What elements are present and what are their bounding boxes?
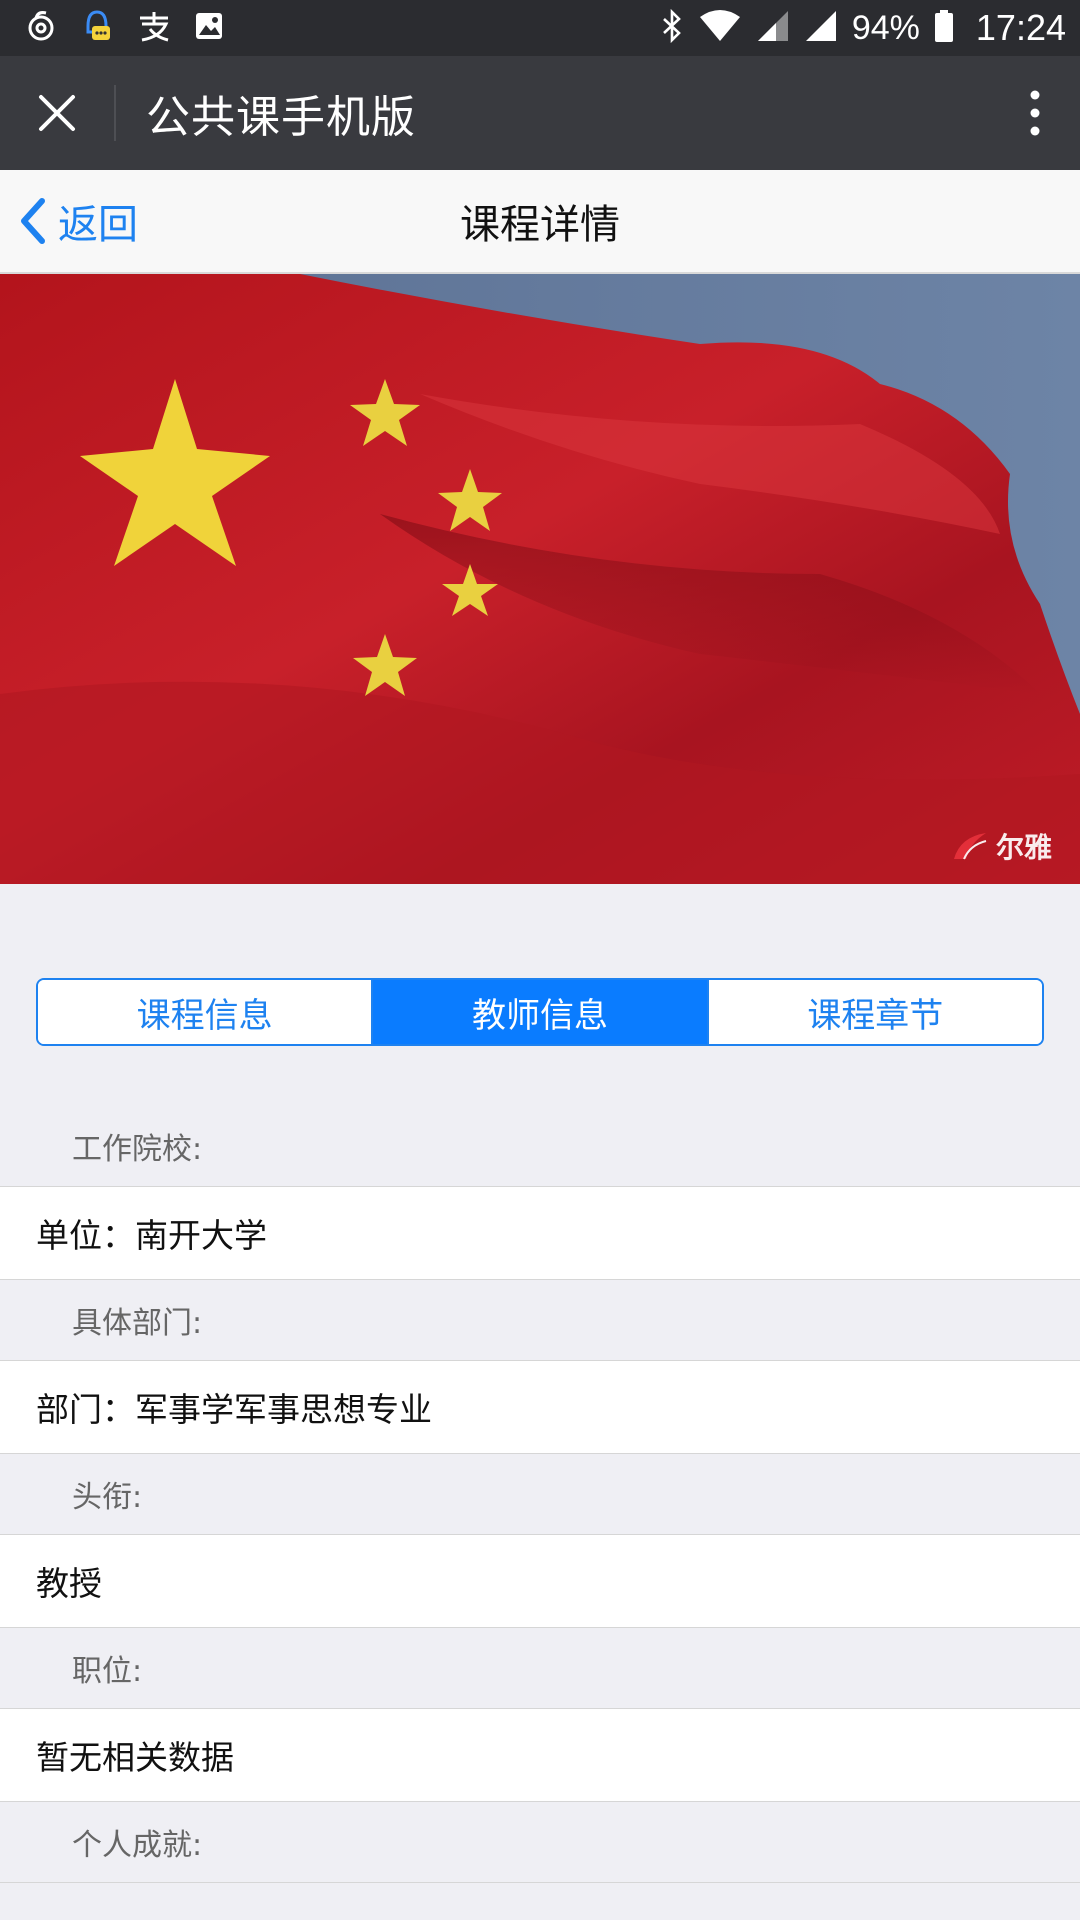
wifi-icon: [698, 9, 742, 47]
gallery-icon: [194, 11, 224, 45]
school-label: 工作院校:: [0, 1106, 1080, 1187]
nav-bar: 返回 课程详情: [0, 170, 1080, 274]
page-title: 公共课手机版: [146, 92, 416, 143]
chevron-left-icon: [21, 198, 45, 244]
flag-image: [0, 274, 1080, 884]
erya-watermark: 尔雅: [950, 826, 1052, 866]
signal-icon: [756, 9, 790, 47]
browser-top-bar: 公共课手机版: [0, 56, 1080, 170]
qq-icon: [80, 8, 114, 48]
back-label: 返回: [58, 202, 138, 248]
tab-course-chapters[interactable]: 课程章节: [706, 980, 1042, 1044]
tab-course-info[interactable]: 课程信息: [38, 980, 372, 1044]
position-label: 职位:: [0, 1628, 1080, 1709]
battery-percent: 94%: [851, 8, 920, 47]
school-value: 单位：南开大学: [0, 1187, 1080, 1280]
netease-music-icon: [24, 9, 58, 47]
tab-teacher-info[interactable]: 教师信息: [371, 980, 707, 1044]
course-cover-image: 尔雅: [0, 274, 1080, 884]
more-button[interactable]: [990, 56, 1080, 170]
title-label: 头衔:: [0, 1454, 1080, 1535]
department-label: 具体部门:: [0, 1280, 1080, 1361]
alipay-icon: [136, 9, 172, 47]
watermark-text: 尔雅: [995, 831, 1052, 864]
more-vertical-icon: [1030, 90, 1040, 136]
status-bar: 94% 17:24: [0, 0, 1080, 56]
achievement-label: 个人成就:: [0, 1802, 1080, 1883]
top-bar-divider: [114, 85, 116, 141]
department-value: 部门：军事学军事思想专业: [0, 1361, 1080, 1454]
close-button[interactable]: [0, 56, 114, 170]
status-bar-notifications: [24, 8, 224, 48]
battery-icon: [934, 9, 954, 47]
clock: 17:24: [975, 7, 1066, 48]
back-button[interactable]: 返回: [16, 170, 138, 272]
erya-logo-icon: [953, 833, 987, 860]
nav-title: 课程详情: [460, 202, 620, 248]
title-value: 教授: [0, 1535, 1080, 1628]
position-value: 暂无相关数据: [0, 1709, 1080, 1802]
status-bar-system: 94% 17:24: [660, 7, 1066, 49]
bluetooth-icon: [660, 8, 684, 47]
close-icon: [39, 95, 75, 131]
signal-icon: [804, 9, 838, 47]
detail-tabs: 课程信息 教师信息 课程章节: [36, 978, 1044, 1046]
teacher-info-list: 工作院校: 单位：南开大学 具体部门: 部门：军事学军事思想专业 头衔: 教授 …: [0, 1106, 1080, 1883]
